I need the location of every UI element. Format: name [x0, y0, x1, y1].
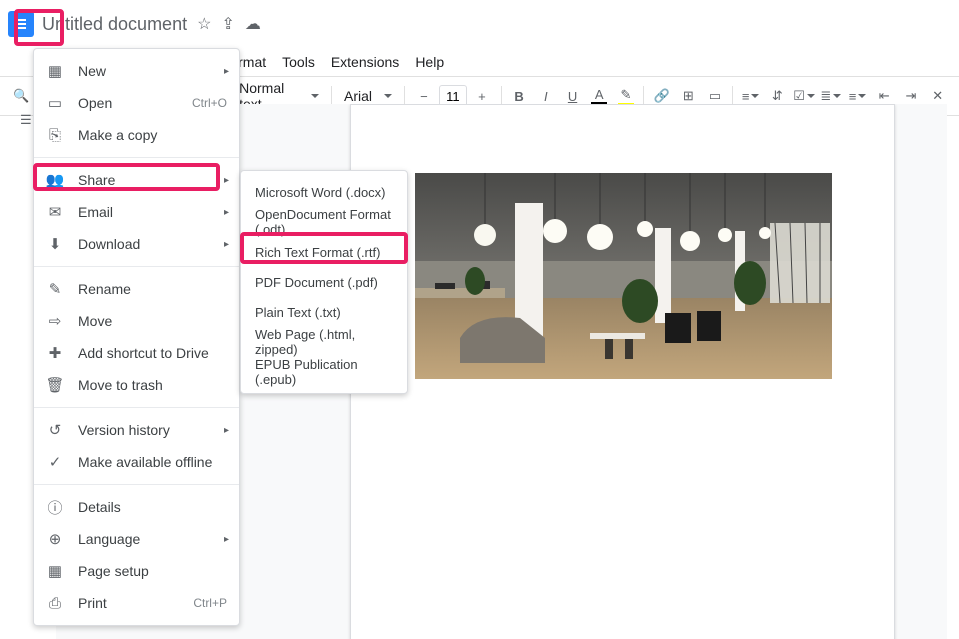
search-icon[interactable]: 🔍	[10, 83, 33, 109]
open-icon: ▭	[46, 94, 64, 112]
new-icon: ▦	[46, 62, 64, 80]
menu-item-label: Make available offline	[78, 454, 212, 470]
download-submenu: Microsoft Word (.docx)OpenDocument Forma…	[240, 170, 408, 394]
file-menu-open[interactable]: ▭ Open Ctrl+O	[34, 87, 239, 119]
download-option-plain[interactable]: Plain Text (.txt)	[241, 297, 407, 327]
menu-tools[interactable]: Tools	[274, 50, 323, 74]
menu-item-label: Details	[78, 499, 121, 515]
menu-extensions[interactable]: Extensions	[323, 50, 407, 74]
header: Untitled document ☆ ⇪ ☁	[0, 0, 959, 48]
file-menu-page-setup[interactable]: ▦ Page setup	[34, 555, 239, 587]
make-available-offline-icon: ✓	[46, 453, 64, 471]
download-option-opendocument[interactable]: OpenDocument Format (.odt)	[241, 207, 407, 237]
inserted-image[interactable]	[415, 173, 832, 379]
version-history-icon: ↺	[46, 421, 64, 439]
file-menu-add-shortcut-to-drive[interactable]: ✚ Add shortcut to Drive	[34, 337, 239, 369]
download-option-web[interactable]: Web Page (.html, zipped)	[241, 327, 407, 357]
print-icon: ⎙	[46, 595, 64, 612]
file-menu-rename[interactable]: ✎ Rename	[34, 273, 239, 305]
menu-item-label: Download	[78, 236, 140, 252]
email-icon: ✉	[46, 203, 64, 221]
menu-item-label: New	[78, 63, 106, 79]
file-menu-dropdown: ▦ New ▸ ▭ Open Ctrl+O ⎘ Make a copy 👥 Share ▸ ✉ Emai…	[33, 48, 240, 626]
page-setup-icon: ▦	[46, 562, 64, 580]
menu-item-label: Make a copy	[78, 127, 157, 143]
details-icon: ⓘ	[46, 497, 64, 518]
menu-item-label: Rename	[78, 281, 131, 297]
file-menu-make-a-copy[interactable]: ⎘ Make a copy	[34, 119, 239, 151]
file-menu-download[interactable]: ⬇ Download ▸	[34, 228, 239, 260]
make-a-copy-icon: ⎘	[46, 127, 64, 144]
move-to-trash-icon: 🗑	[46, 376, 64, 394]
download-option-epub[interactable]: EPUB Publication (.epub)	[241, 357, 407, 387]
submenu-arrow-icon: ▸	[224, 207, 229, 218]
file-menu-new[interactable]: ▦ New ▸	[34, 55, 239, 87]
share-icon: 👥	[46, 171, 64, 189]
shortcut-label: Ctrl+P	[193, 596, 227, 610]
submenu-arrow-icon: ▸	[224, 425, 229, 436]
download-option-rich[interactable]: Rich Text Format (.rtf)	[241, 237, 407, 267]
file-menu-move-to-trash[interactable]: 🗑 Move to trash	[34, 369, 239, 401]
menu-item-label: Print	[78, 595, 107, 611]
docs-logo-icon[interactable]	[8, 11, 34, 37]
file-menu-make-available-offline[interactable]: ✓ Make available offline	[34, 446, 239, 478]
file-menu-details[interactable]: ⓘ Details	[34, 491, 239, 523]
file-menu-version-history[interactable]: ↺ Version history ▸	[34, 414, 239, 446]
menu-item-label: Page setup	[78, 563, 149, 579]
download-icon: ⬇	[46, 235, 64, 253]
submenu-arrow-icon: ▸	[224, 66, 229, 77]
submenu-arrow-icon: ▸	[224, 175, 229, 186]
menu-item-label: Email	[78, 204, 113, 220]
file-menu-share[interactable]: 👥 Share ▸	[34, 164, 239, 196]
file-menu-language[interactable]: ⊕ Language ▸	[34, 523, 239, 555]
submenu-arrow-icon: ▸	[224, 534, 229, 545]
menu-item-label: Add shortcut to Drive	[78, 345, 209, 361]
title-icons: ☆ ⇪ ☁	[197, 14, 261, 34]
menu-help[interactable]: Help	[407, 50, 452, 74]
file-menu-print[interactable]: ⎙ Print Ctrl+P	[34, 587, 239, 619]
move-folder-icon[interactable]: ⇪	[221, 14, 234, 34]
menu-item-label: Open	[78, 95, 112, 111]
menu-item-label: Move to trash	[78, 377, 163, 393]
menu-item-label: Move	[78, 313, 112, 329]
rename-icon: ✎	[46, 280, 64, 298]
language-icon: ⊕	[46, 530, 64, 548]
document-title[interactable]: Untitled document	[42, 14, 187, 35]
page[interactable]	[350, 104, 895, 639]
menu-item-label: Language	[78, 531, 140, 547]
menu-item-label: Share	[78, 172, 115, 188]
submenu-arrow-icon: ▸	[224, 239, 229, 250]
star-icon[interactable]: ☆	[197, 14, 211, 34]
download-option-pdf[interactable]: PDF Document (.pdf)	[241, 267, 407, 297]
shortcut-label: Ctrl+O	[192, 96, 227, 110]
move-icon: ⇨	[46, 312, 64, 330]
add-shortcut-to-drive-icon: ✚	[46, 344, 64, 362]
file-menu-move[interactable]: ⇨ Move	[34, 305, 239, 337]
menu-item-label: Version history	[78, 422, 170, 438]
file-menu-email[interactable]: ✉ Email ▸	[34, 196, 239, 228]
cloud-status-icon[interactable]: ☁	[245, 14, 261, 34]
download-option-microsoft[interactable]: Microsoft Word (.docx)	[241, 177, 407, 207]
